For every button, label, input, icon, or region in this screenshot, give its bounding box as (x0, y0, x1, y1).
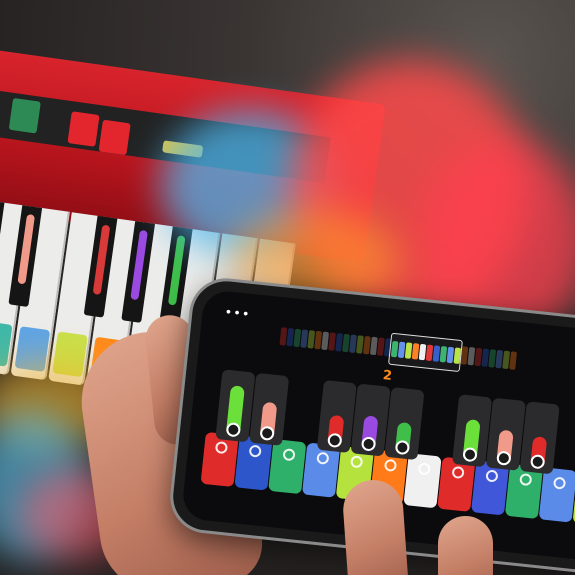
key-pad-marker (451, 465, 465, 480)
keyboard-key-color-stripe (92, 224, 111, 295)
keyboard-red-button (67, 111, 100, 147)
key-slider-knob[interactable] (225, 422, 242, 438)
key-pad-marker (552, 476, 567, 490)
octave-number: 2 (382, 368, 393, 384)
key-pad-marker (485, 469, 499, 483)
key-slider-knob[interactable] (496, 450, 512, 466)
more-dots-icon: ••• (223, 305, 252, 323)
keyboard-key-color-stripe (17, 213, 36, 285)
right-finger (438, 516, 493, 575)
key-pad-marker (214, 440, 229, 455)
key-pad-marker (383, 458, 398, 472)
key-pad-marker (282, 448, 296, 462)
keyboard-green-button (8, 97, 41, 134)
key-slider-knob[interactable] (462, 446, 478, 463)
key-pad[interactable] (403, 453, 442, 509)
octave-minimap (279, 325, 520, 376)
keyboard-key-color-pad (0, 320, 13, 367)
key-pad[interactable] (538, 467, 575, 523)
minimap-key (509, 351, 518, 370)
key-slider-knob[interactable] (259, 425, 275, 441)
photo-scene: ••• 2 (0, 0, 575, 575)
key-slider-knob[interactable] (360, 436, 377, 452)
minimap-window (388, 332, 463, 373)
keyboard-red-button-2 (98, 119, 131, 156)
key-slider-knob[interactable] (327, 432, 343, 449)
keyboard-key-color-stripe (167, 235, 186, 306)
key-slider-knob[interactable] (529, 454, 546, 470)
key-slider-track[interactable] (519, 401, 560, 475)
keyboard-key-color-stripe (130, 229, 148, 301)
key-pad-marker (417, 462, 431, 476)
key-pad-marker (248, 444, 262, 458)
key-slider-track[interactable] (384, 387, 425, 461)
key-pad[interactable] (268, 438, 307, 495)
key-pad-marker (350, 455, 364, 469)
key-slider-knob[interactable] (394, 439, 411, 456)
key-slider-track[interactable] (249, 372, 290, 446)
key-pad-marker (519, 472, 533, 487)
key-pad-marker (316, 451, 330, 465)
